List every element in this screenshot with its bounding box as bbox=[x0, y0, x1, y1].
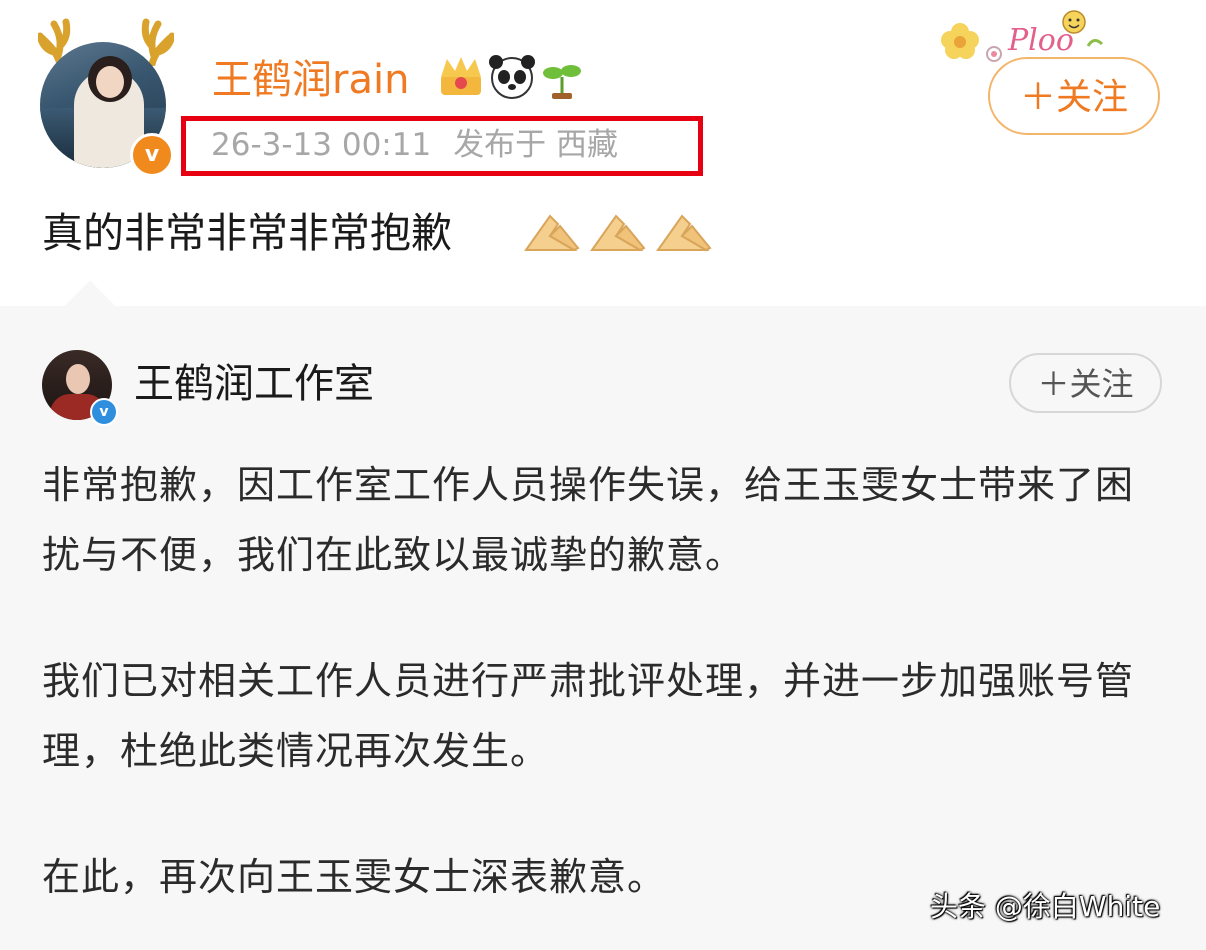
follow-button[interactable]: ＋关注 bbox=[988, 57, 1160, 135]
username[interactable]: 王鹤润rain bbox=[212, 52, 409, 108]
user-badges bbox=[441, 55, 581, 99]
sprout-icon bbox=[543, 65, 581, 99]
post-timestamp: 26-3-13 00:11 bbox=[211, 127, 432, 163]
repost-paragraph: 非常抱歉，因工作室工作人员操作失误，给王玉雯女士带来了困扰与不便，我们在此致以最… bbox=[42, 463, 1135, 577]
post-location: 发布于 西藏 bbox=[453, 127, 619, 163]
watermark: 头条 @徐白White bbox=[930, 890, 1161, 923]
flower-icon bbox=[941, 23, 979, 59]
praying-hands-icon bbox=[524, 214, 580, 252]
post-meta: 26-3-13 00:11 发布于 西藏 bbox=[211, 120, 640, 170]
crown-icon bbox=[441, 57, 481, 95]
praying-hands-emojis bbox=[524, 214, 712, 252]
panda-icon bbox=[489, 55, 535, 99]
weibo-post-screen: v 王鹤润rain 26-3-13 00:11 发布于 西藏 Ploo ＋关注 … bbox=[0, 0, 1206, 950]
sticker-text: Ploo bbox=[1007, 23, 1074, 58]
verified-orange-icon: v bbox=[130, 133, 174, 177]
repost-author[interactable]: 王鹤润工作室 bbox=[134, 356, 374, 412]
verified-blue-icon: v bbox=[90, 398, 118, 426]
studio-follow-button[interactable]: ＋关注 bbox=[1009, 353, 1162, 413]
post-text: 真的非常非常非常抱歉 bbox=[42, 209, 452, 257]
praying-hands-icon bbox=[656, 214, 712, 252]
repost-paragraph: 我们已对相关工作人员进行严肃批评处理，并进一步加强账号管理，杜绝此类情况再次发生… bbox=[42, 659, 1135, 773]
praying-hands-icon bbox=[590, 214, 646, 252]
